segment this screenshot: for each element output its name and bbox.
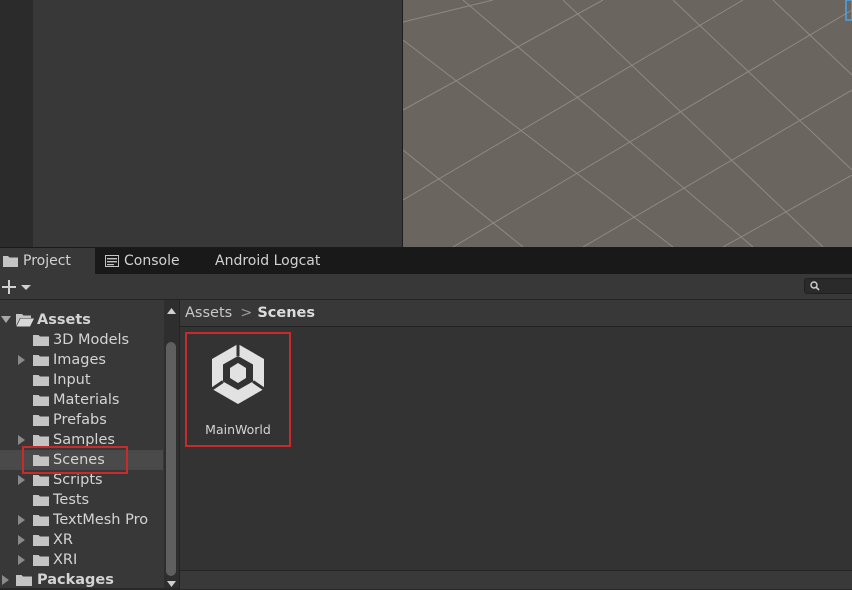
selection-highlight xyxy=(22,446,128,474)
folder-icon xyxy=(33,475,49,486)
scroll-up-icon[interactable] xyxy=(164,306,179,316)
project-toolbar xyxy=(0,274,852,300)
folder-icon xyxy=(33,415,49,426)
folder-icon xyxy=(33,335,49,346)
open-folder-icon xyxy=(16,314,34,327)
tree-item-label: Packages xyxy=(37,572,114,588)
asset-name: MainWorld xyxy=(205,422,271,437)
tree-item-label: Assets xyxy=(37,312,91,328)
tree-item-label: XRI xyxy=(53,552,78,568)
chevron-down-icon xyxy=(21,285,31,290)
folder-icon xyxy=(33,395,49,406)
tree-item-label: Scripts xyxy=(53,472,103,488)
folder-icon xyxy=(33,515,49,526)
status-bar xyxy=(180,570,852,589)
expand-arrow-icon[interactable] xyxy=(1,316,11,323)
expand-arrow-icon[interactable] xyxy=(18,555,25,565)
tree-item-xr[interactable]: XR xyxy=(0,530,163,550)
expand-arrow-icon[interactable] xyxy=(2,575,9,585)
add-asset-button[interactable] xyxy=(0,276,36,298)
unity-scene-icon xyxy=(211,344,265,404)
tab-android-logcat[interactable]: Android Logcat xyxy=(215,248,345,274)
tree-item-label: TextMesh Pro xyxy=(53,512,149,528)
folder-icon xyxy=(33,375,49,386)
folder-icon xyxy=(33,555,49,566)
tree-item-label: Prefabs xyxy=(53,412,107,428)
tab-label: Android Logcat xyxy=(215,253,321,269)
expand-arrow-icon[interactable] xyxy=(18,355,25,365)
tree-item-tests[interactable]: Tests xyxy=(0,490,163,510)
tree-item-textmesh-pro[interactable]: TextMesh Pro xyxy=(0,510,163,530)
search-input[interactable] xyxy=(804,278,852,294)
breadcrumb-assets[interactable]: Assets xyxy=(185,305,232,321)
tree-item-prefabs[interactable]: Prefabs xyxy=(0,410,163,430)
tab-console[interactable]: Console xyxy=(105,248,200,274)
scroll-thumb[interactable] xyxy=(166,342,176,576)
folder-icon xyxy=(16,575,32,586)
folder-icon xyxy=(33,435,49,446)
tree-item-label: Input xyxy=(53,372,91,388)
tree-item-label: Tests xyxy=(53,492,90,508)
tree-item-xri[interactable]: XRI xyxy=(0,550,163,570)
top-area xyxy=(0,0,852,248)
left-strip xyxy=(0,0,33,248)
tab-project[interactable]: Project xyxy=(0,248,95,274)
tree-item-materials[interactable]: Materials xyxy=(0,390,163,410)
tab-bar: Project Console Android Logcat xyxy=(0,248,852,274)
plus-icon xyxy=(2,280,31,294)
tree-item-label: 3D Models xyxy=(53,332,130,348)
tree-scrollbar[interactable] xyxy=(164,300,179,588)
tab-label: Project xyxy=(23,253,71,269)
tab-label: Console xyxy=(124,253,180,269)
expand-arrow-icon[interactable] xyxy=(18,435,25,445)
tree-item-label: Materials xyxy=(53,392,120,408)
breadcrumb: Assets > Scenes xyxy=(180,300,852,327)
hierarchy-panel[interactable] xyxy=(33,0,403,248)
expand-arrow-icon[interactable] xyxy=(18,535,25,545)
expand-arrow-icon[interactable] xyxy=(18,475,25,485)
tree-item-label: XR xyxy=(53,532,74,548)
breadcrumb-scenes[interactable]: Scenes xyxy=(257,305,315,321)
expand-arrow-icon[interactable] xyxy=(18,515,25,525)
asset-item-mainworld[interactable]: MainWorld xyxy=(185,332,291,447)
tree-item-packages[interactable]: Packages xyxy=(0,570,163,590)
folder-icon xyxy=(33,495,49,506)
folder-icon xyxy=(33,535,49,546)
tree-item-input[interactable]: Input xyxy=(0,370,163,390)
search-icon xyxy=(810,281,820,291)
folder-icon xyxy=(33,355,49,366)
console-icon xyxy=(105,255,119,267)
tree-item-3d-models[interactable]: 3D Models xyxy=(0,330,163,350)
scene-grid xyxy=(403,0,852,247)
tree-item-images[interactable]: Images xyxy=(0,350,163,370)
scene-view[interactable] xyxy=(403,0,852,247)
tree-item-label: Images xyxy=(53,352,106,368)
folder-icon xyxy=(3,256,18,267)
tree-item-assets[interactable]: Assets xyxy=(0,310,163,330)
breadcrumb-separator-icon: > xyxy=(240,305,253,321)
